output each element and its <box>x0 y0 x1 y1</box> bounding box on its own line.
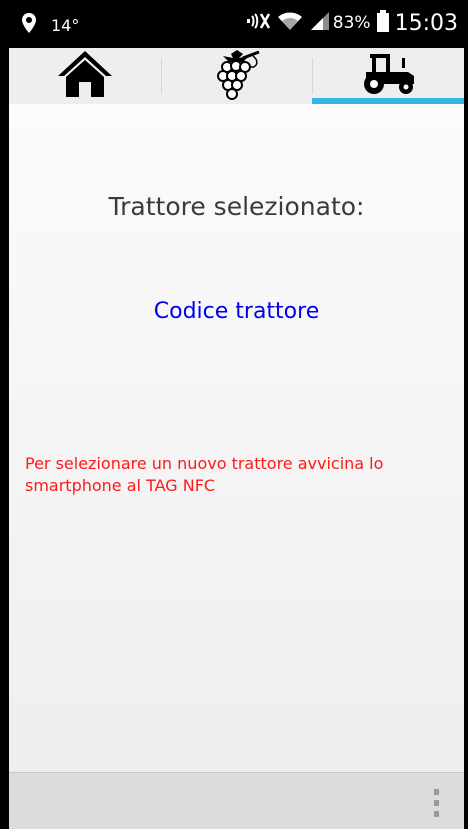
location-icon <box>21 12 37 38</box>
app-screen: 14° 83% 15:03 Trattore selezionato: Codi… <box>9 0 464 829</box>
nfc-instruction: Per selezionare un nuovo trattore avvici… <box>25 454 384 495</box>
tractor-icon <box>358 52 418 100</box>
status-clock: 15:03 <box>394 10 458 36</box>
tab-tractor[interactable] <box>312 48 464 104</box>
tab-bar <box>9 48 464 104</box>
home-icon <box>56 49 114 103</box>
grapes-icon <box>209 48 265 104</box>
battery-icon <box>376 10 389 36</box>
tab-vineyard[interactable] <box>160 48 313 104</box>
tab-home[interactable] <box>9 48 161 104</box>
tractor-code: Codice trattore <box>153 299 320 324</box>
main-content: Trattore selezionato: Codice trattore Pe… <box>9 104 464 772</box>
mute-icon <box>245 10 271 36</box>
status-bar: 14° 83% 15:03 <box>9 0 464 48</box>
wifi-icon <box>277 10 303 36</box>
page-title: Trattore selezionato: <box>108 192 365 221</box>
bottom-action-bar <box>9 772 464 829</box>
temperature-text: 14° <box>51 15 80 35</box>
overflow-menu-icon[interactable] <box>432 789 440 817</box>
signal-icon <box>309 10 331 36</box>
device-frame: 14° 83% 15:03 Trattore selezionato: Codi… <box>0 0 468 829</box>
battery-percent: 83% <box>332 13 371 33</box>
